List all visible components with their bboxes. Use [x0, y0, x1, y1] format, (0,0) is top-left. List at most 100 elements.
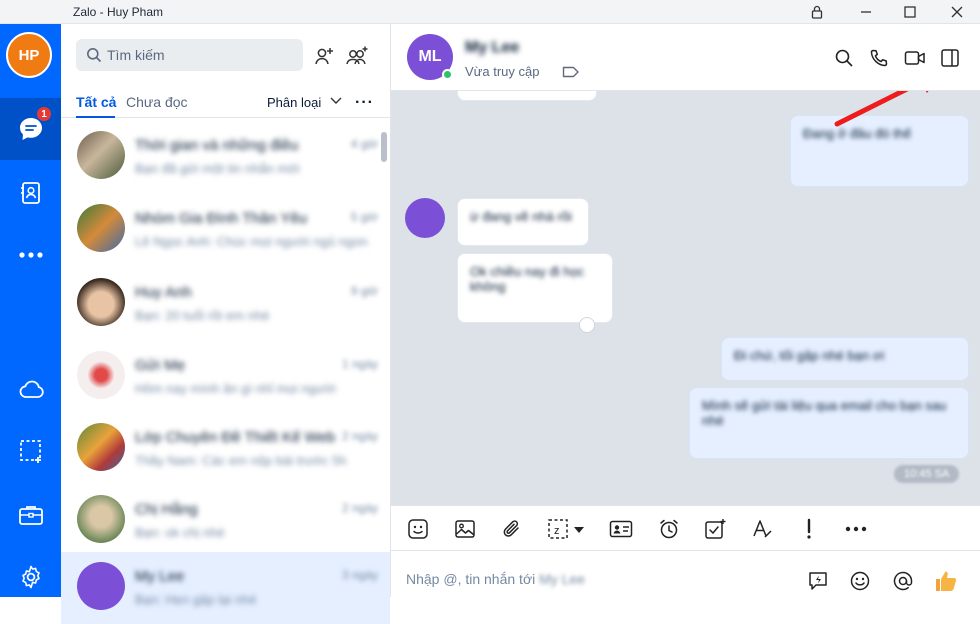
lock-icon[interactable] — [803, 2, 831, 22]
nav-more[interactable] — [0, 224, 61, 286]
search-icon — [835, 49, 853, 67]
list-item[interactable]: Chị Hằng Bạn: ok chị nhé 2 ngày — [61, 485, 390, 557]
add-friend-button[interactable] — [312, 44, 336, 68]
message-bubble-me[interactable]: Đi chứ, tối gặp nhé bạn ơi — [721, 337, 969, 381]
task-button[interactable] — [703, 517, 727, 541]
gear-icon — [21, 565, 40, 589]
contact-card-button[interactable] — [609, 517, 633, 541]
search-box[interactable]: Tìm kiếm — [76, 39, 303, 71]
add-group-icon — [346, 46, 368, 65]
send-like-button[interactable] — [933, 568, 959, 594]
screenshot-icon — [19, 440, 41, 463]
list-item[interactable]: Thời gian và những điều Bạn đã gửi một t… — [61, 121, 390, 193]
close-button[interactable] — [943, 2, 971, 22]
sticker-icon — [408, 519, 428, 539]
nav-tools[interactable] — [0, 484, 61, 546]
message-composer[interactable]: Nhập @, tin nhắn tới My Lee — [391, 551, 980, 597]
conversation-preview: Bạn đã gửi một tin nhắn mới — [135, 161, 300, 176]
main-nav: HP 1 — [0, 24, 61, 597]
minimize-button[interactable] — [852, 2, 880, 22]
toggle-info-panel-button[interactable] — [937, 45, 963, 71]
nav-screenshot[interactable] — [0, 420, 61, 482]
nav-settings[interactable] — [0, 546, 61, 608]
avatar — [77, 495, 125, 543]
message-text: Mình sẽ gửi tài liệu qua email cho bạn s… — [702, 398, 947, 428]
chevron-down-icon[interactable] — [329, 96, 343, 106]
mention-button[interactable] — [890, 568, 916, 594]
tab-unread[interactable]: Chưa đọc — [126, 94, 188, 110]
list-scrollbar[interactable] — [381, 132, 387, 162]
message-timestamp: 10:45 SA — [894, 465, 960, 483]
attach-file-button[interactable] — [500, 517, 524, 541]
sender-avatar — [405, 198, 445, 238]
message-area: Đang ở đâu đó thế ừ đang về nhà rồi Ok c… — [391, 91, 980, 505]
reminder-button[interactable] — [657, 517, 681, 541]
avatar — [77, 423, 125, 471]
list-tabs: Tất cả Chưa đọc Phân loại ··· — [61, 86, 390, 118]
list-item[interactable]: Gửi Mẹ Hôm nay mình ăn gì nhỉ mọi người … — [61, 341, 390, 413]
paperclip-icon — [503, 520, 519, 537]
conversation-name: Gửi Mẹ — [135, 357, 186, 374]
unread-badge: 1 — [36, 106, 52, 122]
add-friend-icon — [315, 48, 333, 65]
urgent-message-button[interactable] — [797, 517, 821, 541]
maximize-button[interactable] — [896, 2, 924, 22]
video-call-button[interactable] — [902, 45, 928, 71]
title-bar: Zalo - Huy Pham — [0, 0, 980, 24]
conversation-time: 5 giờ — [350, 210, 378, 224]
screenshot-button[interactable]: z — [547, 517, 587, 541]
list-more-button[interactable]: ··· — [355, 94, 374, 112]
contact-status: Vừa truy cập — [465, 64, 540, 79]
format-text-button[interactable] — [750, 517, 774, 541]
message-text: ừ đang về nhà rồi — [470, 209, 572, 224]
reaction-icon[interactable] — [579, 317, 595, 333]
user-avatar[interactable]: HP — [6, 32, 52, 78]
online-indicator — [442, 69, 453, 80]
chat-header: ML My Lee Vừa truy cập — [391, 24, 980, 91]
contact-name[interactable]: My Lee — [465, 39, 519, 57]
message-bubble-me[interactable]: Mình sẽ gửi tài liệu qua email cho bạn s… — [689, 387, 969, 459]
message-input[interactable]: Nhập @, tin nhắn tới My Lee — [406, 571, 585, 587]
image-icon — [455, 520, 475, 538]
nav-messages[interactable]: 1 — [0, 98, 61, 160]
avatar — [77, 351, 125, 399]
avatar — [77, 278, 125, 326]
conversation-preview: Thầy Nam: Các em nộp bài trước 5h — [135, 453, 347, 468]
conversation-name: Lớp Chuyên Đề Thiết Kế Web — [135, 429, 336, 446]
emoji-button[interactable] — [847, 568, 873, 594]
message-bubble-them[interactable]: ừ đang về nhà rồi — [457, 198, 589, 246]
conversation-time: 1 ngày — [341, 357, 378, 371]
conversation-preview: Bạn: ok chị nhé — [135, 525, 225, 540]
video-icon — [904, 51, 925, 65]
search-icon — [87, 48, 102, 63]
exclamation-icon — [807, 518, 811, 539]
more-dots-icon — [845, 526, 867, 532]
cloud-icon — [19, 380, 44, 398]
conversation-preview: Lê Ngọc Anh: Chúc mọi người ngủ ngon — [135, 234, 368, 249]
nav-contacts[interactable] — [0, 162, 61, 224]
nav-cloud[interactable] — [0, 358, 61, 420]
list-item[interactable]: Huy Anh Bạn: 20 tuổi rồi em nhé 9 giờ — [61, 268, 390, 340]
tag-icon[interactable] — [562, 65, 580, 79]
message-input-placeholder: Nhập @, tin nhắn tới — [406, 571, 536, 587]
message-text: Ok chiều nay đi học không — [470, 264, 585, 294]
list-item[interactable]: My Lee Bạn: Hẹn gặp lại nhé 3 ngày — [61, 552, 390, 624]
message-fragment — [457, 91, 597, 101]
sticker-button[interactable] — [406, 517, 430, 541]
create-group-button[interactable] — [345, 44, 369, 68]
tab-all[interactable]: Tất cả — [76, 94, 116, 110]
conversation-name: Huy Anh — [135, 284, 192, 301]
more-tools-button[interactable] — [844, 517, 868, 541]
quick-message-button[interactable] — [805, 568, 831, 594]
conversation-time: 9 giờ — [350, 284, 378, 298]
list-item[interactable]: Lớp Chuyên Đề Thiết Kế Web Thầy Nam: Các… — [61, 413, 390, 485]
search-in-chat-button[interactable] — [831, 45, 857, 71]
voice-call-button[interactable] — [866, 45, 892, 71]
recipient-name: My Lee — [539, 571, 586, 587]
image-button[interactable] — [453, 517, 477, 541]
filter-dropdown[interactable]: Phân loại — [267, 95, 321, 110]
at-sign-icon — [893, 571, 913, 591]
list-item[interactable]: Nhóm Gia Đình Thân Yêu Lê Ngọc Anh: Chúc… — [61, 194, 390, 266]
message-bubble-them[interactable]: Ok chiều nay đi học không — [457, 253, 613, 323]
avatar — [77, 562, 125, 610]
